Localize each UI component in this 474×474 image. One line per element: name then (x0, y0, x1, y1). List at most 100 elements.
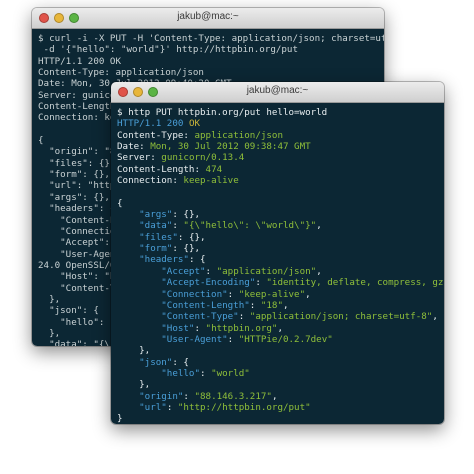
json-colon: : (166, 401, 178, 413)
header-value: Mon, 30 Jul 2012 09:38:47 GMT (150, 141, 311, 153)
json-colon: : (183, 390, 195, 402)
json-line: "origin": "88.146.3.217", (117, 391, 438, 402)
response-header: Server: gunicorn/0.13.4 (117, 152, 438, 163)
front-terminal-output[interactable]: $ http PUT httpbin.org/put hello=world HT… (111, 103, 444, 424)
response-header: Content-Type: application/json (117, 130, 438, 141)
json-line: }, (117, 345, 438, 356)
json-key: "User-Agent" (161, 333, 228, 345)
json-key: "url" (139, 401, 167, 413)
json-line: "Accept": "application/json", (117, 266, 438, 277)
json-line: "Connection": "keep-alive", (117, 289, 438, 300)
json-colon: : (188, 254, 201, 266)
json-line: "args": {}, (117, 209, 438, 220)
json-colon: : (172, 356, 184, 368)
json-key: "origin" (139, 390, 184, 402)
json-key: "json" (139, 356, 173, 368)
command-text: http PUT httpbin.org/put hello=world (128, 107, 328, 118)
http-version: HTTP/1.1 (117, 118, 167, 130)
json-punct: } (117, 413, 123, 424)
json-value: "world" (211, 367, 250, 379)
header-name: Content-Length (117, 163, 195, 175)
json-key: "Host" (161, 322, 195, 334)
json-colon: : (172, 220, 184, 232)
header-name: Connection (117, 175, 173, 187)
json-colon: : (172, 209, 184, 221)
json-colon: : (255, 277, 267, 289)
json-line: { (117, 198, 438, 209)
json-value: "application/json" (216, 265, 317, 277)
json-value: "{\"hello\": \"world\"}" (183, 220, 317, 232)
json-punct: { (200, 254, 206, 266)
json-key: "files" (139, 231, 178, 243)
json-colon: : (238, 311, 250, 323)
json-key: "data" (139, 220, 173, 232)
front-window-titlebar[interactable]: jakub@mac:~ (111, 82, 444, 103)
json-key: "args" (139, 209, 173, 221)
json-line: "data": "{\"hello\": \"world\"}", (117, 220, 438, 231)
json-value: "keep-alive" (238, 288, 306, 300)
json-value: "identity, deflate, compress, gzip" (266, 277, 444, 289)
terminal-line: Content-Type: application/json (38, 67, 204, 79)
json-line: "hello": "world" (117, 368, 438, 379)
header-colon: : (172, 175, 184, 187)
json-punct: {}, (183, 209, 201, 221)
json-value: "application/json; charset=utf-8" (249, 311, 433, 323)
json-line: } (117, 413, 438, 424)
json-value: "18" (260, 299, 283, 311)
response-header: Date: Mon, 30 Jul 2012 09:38:47 GMT (117, 141, 438, 152)
back-window-titlebar[interactable]: jakub@mac:~ (32, 8, 384, 29)
status-text: OK (188, 118, 201, 130)
json-line: "User-Agent": "HTTPie/0.2.7dev" (117, 334, 438, 345)
json-punct: }, (117, 345, 151, 357)
json-line: "url": "http://httpbin.org/put" (117, 402, 438, 413)
response-header: Content-Length: 474 (117, 164, 438, 175)
window-title: jakub@mac:~ (246, 85, 309, 96)
terminal-line: HTTP/1.1 200 OK (38, 55, 121, 67)
json-line: "Content-Length": "18", (117, 300, 438, 311)
json-punct: {}, (188, 231, 206, 243)
front-terminal-window[interactable]: jakub@mac:~ $ http PUT httpbin.org/put h… (111, 82, 444, 424)
json-line: }, (117, 379, 438, 390)
json-key: "hello" (161, 367, 200, 379)
json-colon: : (249, 299, 261, 311)
json-punct: { (183, 356, 189, 368)
json-line: "Content-Type": "application/json; chars… (117, 311, 438, 322)
json-colon: : (200, 367, 212, 379)
terminal-line: -d '{"hello": "world"}' http://httpbin.o… (38, 44, 298, 56)
prompt: $ (117, 107, 129, 118)
header-value: keep-alive (183, 175, 239, 187)
header-name: Date (117, 141, 140, 153)
json-colon: : (205, 265, 217, 277)
json-key: "Connection" (161, 288, 228, 300)
json-line: "headers": { (117, 254, 438, 265)
json-punct: { (117, 197, 123, 209)
json-value: "HTTPie/0.2.7dev" (238, 333, 333, 345)
json-punct: }, (117, 379, 151, 391)
json-line: "json": { (117, 357, 438, 368)
status-code: 200 (166, 118, 189, 130)
header-value: gunicorn/0.13.4 (161, 152, 245, 164)
header-name: Content-Type (117, 129, 184, 141)
command-line: $ http PUT httpbin.org/put hello=world (117, 107, 438, 118)
header-colon: : (194, 163, 206, 175)
json-line: "Host": "httpbin.org", (117, 323, 438, 334)
json-key: "headers" (139, 254, 189, 266)
json-colon: : (227, 288, 239, 300)
status-line: HTTP/1.1 200 OK (117, 118, 438, 129)
json-punct: , (277, 322, 284, 334)
json-key: "Content-Length" (161, 299, 250, 311)
response-header: Connection: keep-alive (117, 175, 438, 186)
